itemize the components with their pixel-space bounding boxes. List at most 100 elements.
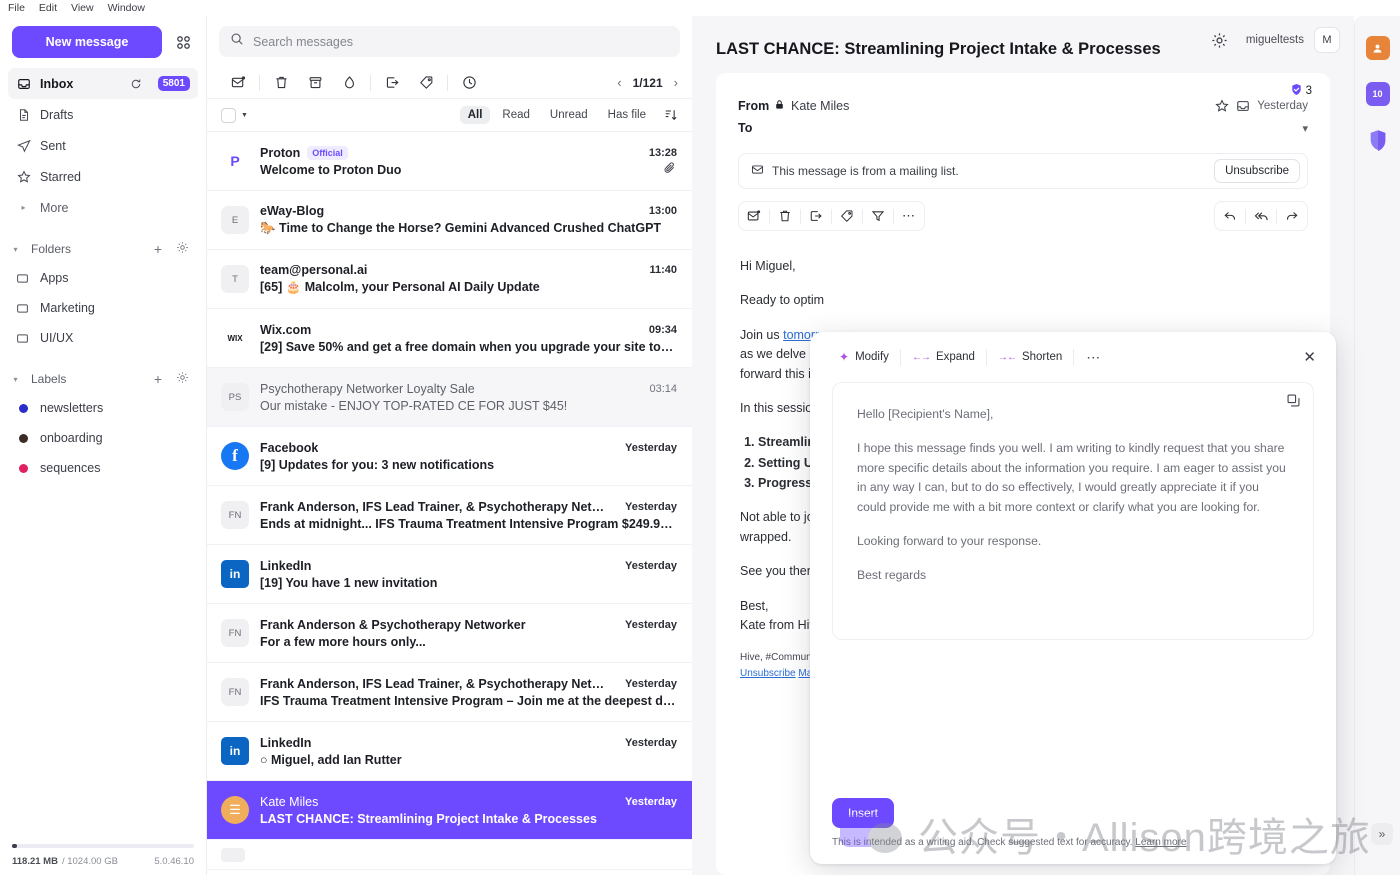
prev-page-button[interactable]: ‹ [617, 75, 621, 90]
pass-app-icon[interactable] [1366, 128, 1390, 152]
filter-unread[interactable]: Unread [542, 106, 596, 124]
table-row[interactable]: E eWay-Blog 13:00 🐎 Time to Change the H… [207, 191, 692, 250]
sidebar-item-sent[interactable]: Sent [8, 130, 198, 161]
account-menu[interactable]: migueltests M [1246, 27, 1340, 53]
table-row[interactable]: FN Frank Anderson, IFS Lead Trainer, & P… [207, 486, 692, 545]
close-icon[interactable]: ✕ [1297, 344, 1322, 370]
sidebar-item-starred[interactable]: Starred [8, 161, 198, 192]
sidebar-item-label: Sent [40, 139, 190, 153]
avatar[interactable]: M [1314, 27, 1340, 53]
table-row[interactable]: f Facebook Yesterday [9] Updates for you… [207, 427, 692, 486]
reply-icon[interactable] [1215, 202, 1245, 230]
body-join-text: Join us [740, 328, 783, 342]
sidebar-nav: Inbox 5801 Drafts [0, 64, 206, 223]
sidebar-item-inbox[interactable]: Inbox 5801 [8, 68, 198, 99]
filter-has-file[interactable]: Has file [600, 106, 654, 124]
sidebar-item-more[interactable]: ▸ More [8, 192, 198, 223]
table-row[interactable]: WIX Wix.com 09:34 [29] Save 50% and get … [207, 309, 692, 368]
table-row[interactable]: T team@personal.ai 11:40 [65] 🎂 Malcolm,… [207, 250, 692, 309]
mark-unread-icon[interactable] [739, 202, 769, 230]
mark-unread-icon[interactable] [221, 70, 255, 96]
table-row[interactable]: in LinkedIn Yesterday [19] You have 1 ne… [207, 545, 692, 604]
select-all-control[interactable]: ▼ [221, 108, 248, 123]
filter-icon[interactable] [863, 202, 893, 230]
filter-all[interactable]: All [460, 106, 491, 124]
menu-window[interactable]: Window [108, 2, 145, 14]
table-row[interactable]: FN Frank Anderson & Psychotherapy Networ… [207, 604, 692, 663]
chevron-down-icon[interactable]: ▼ [241, 112, 248, 119]
archive-icon[interactable] [298, 70, 332, 96]
ai-modify-button[interactable]: ✦ Modify [828, 345, 900, 369]
ai-expand-button[interactable]: ←→ Expand [901, 346, 986, 368]
apps-grid-icon[interactable] [172, 31, 194, 53]
insert-button[interactable]: Insert [832, 798, 894, 828]
label-icon[interactable] [409, 70, 443, 96]
message-list[interactable]: P Proton Official 13:28 Welcome to Proto… [207, 132, 692, 875]
chevron-down-icon[interactable]: ▾ [8, 375, 23, 384]
expand-details-icon[interactable]: ▾ [1302, 122, 1308, 135]
message-subject: 🐎 Time to Change the Horse? Gemini Advan… [260, 221, 677, 236]
contacts-app-icon[interactable] [1366, 36, 1390, 60]
ai-more-options-icon[interactable]: ⋯ [1074, 349, 1113, 366]
labels-settings-icon[interactable] [174, 371, 190, 387]
from-sender[interactable]: Kate Miles [774, 99, 849, 113]
forward-icon[interactable] [1277, 202, 1307, 230]
menu-edit[interactable]: Edit [39, 2, 57, 14]
select-all-checkbox[interactable] [221, 108, 236, 123]
table-row[interactable] [207, 840, 692, 870]
more-options-icon[interactable]: ⋯ [894, 202, 924, 230]
add-label-icon[interactable]: + [150, 371, 166, 387]
body-greeting: Hi Miguel, [740, 257, 1306, 276]
folders-list: Apps Marketing UI/UX [0, 263, 206, 353]
copy-icon[interactable] [1286, 393, 1301, 408]
table-row[interactable]: PS Psychotherapy Networker Loyalty Sale … [207, 368, 692, 427]
unsubscribe-button[interactable]: Unsubscribe [1214, 159, 1300, 183]
refresh-icon[interactable] [130, 78, 142, 90]
folder-item-apps[interactable]: Apps [8, 263, 198, 293]
menu-file[interactable]: File [8, 2, 25, 14]
verification-badge: 3 [1290, 83, 1312, 99]
folder-item-uiux[interactable]: UI/UX [8, 323, 198, 353]
learn-more-link[interactable]: Learn more [1135, 837, 1186, 848]
footer-unsubscribe-link[interactable]: Unsubscribe [740, 668, 796, 679]
label-item-sequences[interactable]: sequences [8, 453, 198, 483]
label-item-newsletters[interactable]: newsletters [8, 393, 198, 423]
search-box[interactable] [219, 26, 680, 57]
filter-read[interactable]: Read [494, 106, 538, 124]
trash-icon[interactable] [770, 202, 800, 230]
table-row[interactable]: in LinkedIn Yesterday ○ Miguel, add Ian … [207, 722, 692, 781]
chevron-down-icon[interactable]: ▾ [8, 245, 23, 254]
add-folder-icon[interactable]: + [150, 241, 166, 257]
expand-rail-button[interactable]: » [1371, 823, 1393, 845]
ai-shorten-button[interactable]: →← Shorten [987, 346, 1073, 368]
star-icon[interactable] [1215, 99, 1229, 113]
envelope-icon [751, 163, 764, 179]
next-page-button[interactable]: › [674, 75, 678, 90]
new-message-button[interactable]: New message [12, 26, 162, 58]
trash-icon[interactable] [264, 70, 298, 96]
spam-icon[interactable] [332, 70, 366, 96]
table-row[interactable]: ☰ Kate Miles Yesterday LAST CHANCE: Stre… [207, 781, 692, 840]
message-time: Yesterday [617, 737, 677, 749]
table-row[interactable]: FN Frank Anderson, IFS Lead Trainer, & P… [207, 663, 692, 722]
ai-suggestion-box[interactable]: Hello [Recipient's Name], I hope this me… [832, 382, 1314, 640]
sidebar-item-drafts[interactable]: Drafts [8, 99, 198, 130]
move-to-icon[interactable] [375, 70, 409, 96]
snooze-icon[interactable] [452, 70, 486, 96]
label-item-onboarding[interactable]: onboarding [8, 423, 198, 453]
table-row[interactable]: P Proton Official 13:28 Welcome to Proto… [207, 132, 692, 191]
settings-gear-icon[interactable] [1211, 32, 1228, 49]
body-paragraph-1: Ready to optim [740, 291, 1306, 310]
folders-settings-icon[interactable] [174, 241, 190, 257]
menu-view[interactable]: View [71, 2, 94, 14]
folder-item-marketing[interactable]: Marketing [8, 293, 198, 323]
calendar-app-icon[interactable]: 10 [1366, 82, 1390, 106]
label-icon[interactable] [832, 202, 862, 230]
sort-icon[interactable] [664, 108, 678, 122]
reply-all-icon[interactable] [1246, 202, 1276, 230]
folder-label: Apps [40, 271, 69, 285]
move-to-icon[interactable] [801, 202, 831, 230]
message-header: From Kate Miles [716, 73, 1330, 139]
top-bar-right: migueltests M [1211, 16, 1354, 64]
search-input[interactable] [253, 35, 669, 49]
